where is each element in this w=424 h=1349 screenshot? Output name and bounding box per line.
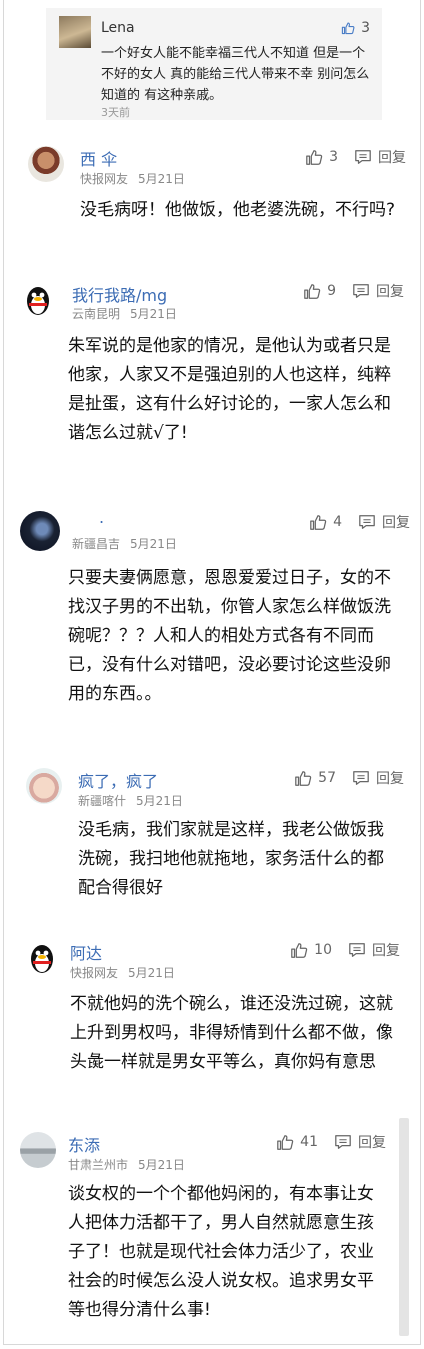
comment-icon [353, 771, 369, 785]
comment-body: 不就他妈的洗个碗么，谁还没洗过碗，这就上升到男权吗，非得矫情到什么都不做，像头彘… [70, 994, 393, 1072]
comment-date: 5月21日 [128, 966, 175, 980]
comment-location: 云南昆明 [72, 307, 121, 321]
like-button[interactable]: 41 [276, 1133, 318, 1151]
penguin-icon [27, 287, 49, 315]
reply-button[interactable]: 回复 [354, 147, 406, 167]
thumbs-up-icon [304, 284, 321, 299]
comment-icon [355, 150, 371, 164]
reply-button[interactable]: 回复 [352, 281, 404, 301]
reply-like-count: 3 [361, 20, 370, 36]
comment-meta: 快报网友 5月21日 [80, 170, 185, 187]
like-count: 4 [333, 514, 342, 530]
thumbs-up-icon [310, 515, 327, 530]
comment-meta: 快报网友 5月21日 [70, 964, 175, 981]
comment-body: 朱军说的是他家的情况，是他认为或者只是他家，人家又不是强迫别的人也这样，纯粹是扯… [68, 336, 391, 443]
reply-label: 回复 [376, 284, 404, 300]
penguin-icon [31, 945, 53, 973]
comment-body: 没毛病呀！他做饭，他老婆洗碗，不行吗? [80, 200, 396, 220]
comment-author-name[interactable]: 疯了，疯了 [78, 768, 158, 792]
comment-location: 甘肃兰州市 [68, 1158, 129, 1172]
reply-text: 一个好女人能不能幸福三代人不知道 但是一个不好的女人 真的能给三代人带来不幸 别… [101, 46, 370, 103]
comment-author-name[interactable]: 我行我路/mg [72, 282, 167, 306]
like-count: 10 [314, 942, 332, 958]
comment-author-name[interactable]: 阿达 [70, 940, 102, 964]
comment-meta: 甘肃兰州市 5月21日 [68, 1156, 185, 1173]
quoted-reply: Lena 3 一个好女人能不能幸福三代人不知道 但是一个不好的女人 真的能给三代… [46, 8, 382, 120]
comment-author-name[interactable]: 西 伞 [80, 146, 117, 170]
thumbs-up-icon [341, 22, 355, 35]
avatar[interactable] [28, 146, 64, 182]
thumbs-up-icon [277, 1135, 294, 1150]
thumbs-up-icon [291, 943, 308, 958]
reply-label: 回复 [382, 515, 410, 531]
like-count: 3 [329, 149, 338, 165]
comment-icon [359, 515, 375, 529]
comment-location: 快报网友 [70, 966, 119, 980]
comment-location: 新疆喀什 [78, 794, 127, 808]
comment-date: 5月21日 [138, 172, 185, 186]
comment-date: 5月21日 [136, 794, 183, 808]
reply-label: 回复 [378, 150, 406, 166]
reply-author-name[interactable]: Lena [101, 20, 135, 36]
comment-meta: 云南昆明 5月21日 [72, 305, 177, 322]
reply-label: 回复 [358, 1135, 386, 1151]
avatar[interactable] [24, 940, 60, 976]
comment-icon [353, 284, 369, 298]
comment-actions: 9 回复 [303, 281, 404, 301]
avatar[interactable] [20, 282, 56, 318]
comment-meta: 新疆昌吉 5月21日 [72, 535, 177, 552]
like-button[interactable]: 10 [290, 941, 332, 959]
avatar[interactable] [59, 16, 91, 48]
comment-body: 没毛病，我们家就是这样，我老公做饭我洗碗，我扫地他就拖地，家务活什么的都配合得很… [78, 820, 384, 898]
reply-button[interactable]: 回复 [348, 940, 400, 960]
reply-label: 回复 [376, 771, 404, 787]
comment-meta: 新疆喀什 5月21日 [78, 792, 183, 809]
like-count: 9 [327, 283, 336, 299]
comment-body: 只要夫妻俩愿意，恩恩爱爱过日子，女的不找汉子男的不出轨，你管人家怎么样做饭洗碗呢… [68, 568, 391, 704]
reply-button[interactable]: 回复 [358, 512, 410, 532]
comment-actions: 3 回复 [305, 147, 406, 167]
comment-location: 新疆昌吉 [72, 537, 121, 551]
comment-actions: 10 回复 [290, 940, 400, 960]
reply-time: 3天前 [101, 106, 130, 119]
like-button[interactable]: 57 [294, 769, 336, 787]
like-button[interactable]: 3 [305, 148, 338, 166]
comment-date: 5月21日 [138, 1158, 185, 1172]
comment-actions: 57 回复 [294, 768, 404, 788]
reply-button[interactable]: 回复 [352, 768, 404, 788]
comment-author-name[interactable]: 东添 [68, 1132, 100, 1156]
reply-button[interactable]: 回复 [334, 1132, 386, 1152]
comment-location: 快报网友 [80, 172, 129, 186]
comment-icon [349, 943, 365, 957]
like-button[interactable]: 9 [303, 282, 336, 300]
reply-label: 回复 [372, 943, 400, 959]
thumbs-up-icon [295, 771, 312, 786]
comment-actions: 4 回复 [309, 512, 410, 532]
comment-author-name[interactable]: . [99, 508, 104, 527]
scrollbar[interactable] [399, 1118, 409, 1336]
comment-body: 谈女权的一个个都他妈闲的，有本事让女人把体力活都干了，男人自然就愿意生孩子了！也… [68, 1184, 374, 1320]
comment-icon [335, 1135, 351, 1149]
comment-date: 5月21日 [130, 537, 177, 551]
comment-date: 5月21日 [130, 307, 177, 321]
avatar[interactable] [20, 1132, 56, 1168]
avatar[interactable] [26, 768, 62, 804]
thumbs-up-icon [306, 150, 323, 165]
like-button[interactable]: 4 [309, 513, 342, 531]
like-count: 41 [300, 1134, 318, 1150]
like-count: 57 [318, 770, 336, 786]
comment-list: Lena 3 一个好女人能不能幸福三代人不知道 但是一个不好的女人 真的能给三代… [3, 0, 421, 1345]
comment-actions: 41 回复 [276, 1132, 386, 1152]
reply-like-button[interactable]: 3 [341, 20, 370, 36]
avatar[interactable] [20, 511, 60, 551]
